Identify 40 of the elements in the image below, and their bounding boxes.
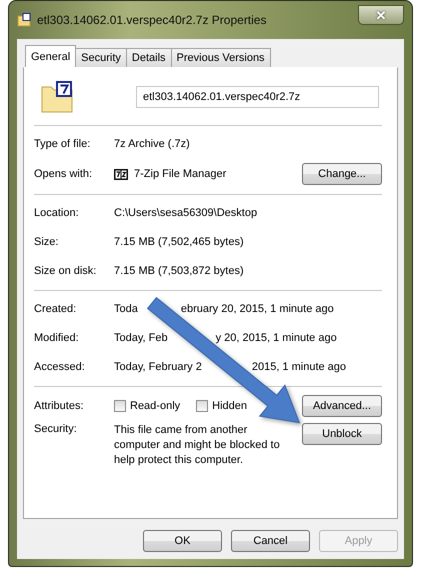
field-value: ebruary 20, 2015, 1 minute ago bbox=[180, 303, 334, 315]
field-value: Toda bbox=[114, 303, 138, 315]
field-label: Size: bbox=[34, 236, 60, 248]
field-value: Today, February 2 bbox=[114, 361, 202, 373]
checkbox-label[interactable]: Hidden bbox=[212, 400, 247, 412]
app-icon bbox=[114, 168, 128, 180]
field-label: Type of file: bbox=[34, 138, 92, 150]
tab[interactable]: General bbox=[25, 45, 76, 67]
unblock-button[interactable]: Unblock bbox=[302, 423, 382, 445]
field-value: 7.15 MB (7,503,872 bytes) bbox=[114, 265, 244, 277]
advanced-button[interactable]: Advanced... bbox=[302, 395, 382, 417]
archive-file-icon bbox=[17, 13, 31, 27]
field-value: C:\Users\sesa56309\Desktop bbox=[114, 207, 258, 219]
tab[interactable]: Details bbox=[126, 48, 172, 67]
field-value: y 20, 2015, 1 minute ago bbox=[216, 332, 337, 344]
field-value: 7-Zip File Manager bbox=[134, 168, 226, 180]
checkbox[interactable] bbox=[196, 400, 208, 412]
tab[interactable]: Security bbox=[75, 48, 127, 67]
dialog-button[interactable]: Cancel bbox=[231, 530, 310, 552]
field-label: Created: bbox=[34, 303, 78, 315]
change-button[interactable]: Change... bbox=[302, 163, 382, 185]
field-label: Opens with: bbox=[34, 168, 94, 180]
field-label: Location: bbox=[34, 207, 80, 219]
field-label: Security: bbox=[34, 423, 78, 435]
field-label: Attributes: bbox=[34, 400, 85, 412]
dialog-button[interactable]: OK bbox=[143, 530, 222, 552]
checkbox[interactable] bbox=[114, 400, 126, 412]
archive-file-icon bbox=[40, 81, 74, 113]
file-name-field[interactable]: etl303.14062.01.verspec40r2.7z bbox=[136, 86, 379, 108]
checkbox-label[interactable]: Read-only bbox=[130, 400, 180, 412]
field-label: Size on disk: bbox=[34, 265, 98, 277]
tab[interactable]: Previous Versions bbox=[170, 48, 271, 67]
field-label: Modified: bbox=[34, 332, 80, 344]
field-value: Today, Feb bbox=[114, 332, 168, 344]
field-value: 7.15 MB (7,502,465 bytes) bbox=[114, 236, 244, 248]
field-label: Accessed: bbox=[34, 361, 86, 373]
field-value: 7z Archive (.7z) bbox=[114, 138, 190, 150]
window-title: etl303.14062.01.verspec40r2.7z Properties bbox=[37, 13, 266, 27]
field-value: 2015, 1 minute ago bbox=[252, 361, 346, 373]
security-message: This file came from another computer and might be blocked to help protect this computer. bbox=[114, 423, 281, 468]
